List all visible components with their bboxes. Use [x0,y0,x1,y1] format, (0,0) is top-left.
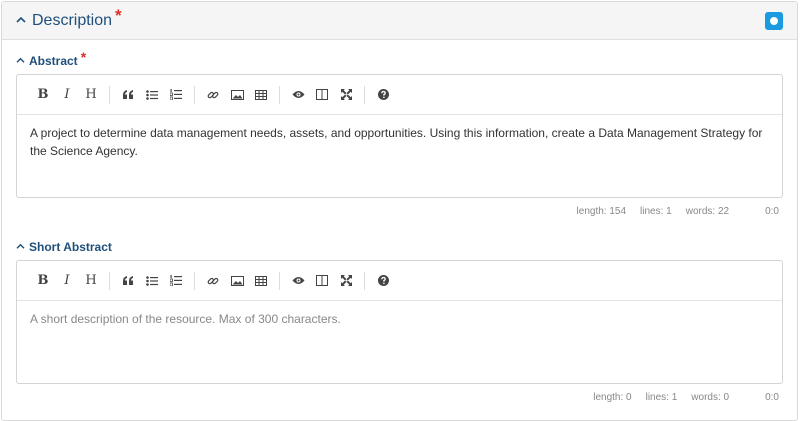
chevron-up-icon[interactable] [16,243,26,250]
chevron-up-icon[interactable] [16,57,26,64]
abstract-text-area[interactable]: A project to determine data management n… [17,115,782,169]
cursor-position: 0:0 [765,205,779,217]
lines-count: lines: 1 [640,205,672,217]
italic-icon[interactable]: I [55,269,79,293]
table-icon[interactable] [249,83,273,107]
heading-icon[interactable]: H [79,83,103,107]
italic-icon[interactable]: I [55,83,79,107]
short-abstract-status-bar: length: 0 lines: 1 words: 0 0:0 [16,384,783,410]
abstract-editor: B I H A project to determine data manage… [16,74,783,198]
circle-icon [770,17,778,25]
toolbar-divider [194,85,195,104]
panel-toggle-button[interactable] [765,12,783,30]
quote-icon[interactable] [116,83,140,107]
editor-toolbar: B I H [17,261,782,301]
fullscreen-icon[interactable] [334,269,358,293]
panel-title: Description [32,11,113,29]
help-icon[interactable] [371,269,395,293]
short-abstract-section: Short Abstract B I H A short description… [16,238,783,410]
abstract-status-bar: length: 154 lines: 1 words: 22 0:0 [16,198,783,224]
table-icon[interactable] [249,269,273,293]
toolbar-divider [279,271,280,290]
link-icon[interactable] [201,269,225,293]
image-icon[interactable] [225,83,249,107]
toolbar-divider [364,271,365,290]
fullscreen-icon[interactable] [334,83,358,107]
toolbar-divider [364,85,365,104]
panel-header[interactable]: Description * [2,2,797,40]
image-icon[interactable] [225,269,249,293]
words-count: words: 22 [685,205,730,217]
quote-icon[interactable] [116,269,140,293]
help-icon[interactable] [371,83,395,107]
unordered-list-icon[interactable] [140,269,164,293]
required-marker: * [115,5,122,25]
chevron-up-icon[interactable] [16,16,28,24]
short-abstract-editor: B I H A short description of the resourc… [16,260,783,384]
abstract-label-row[interactable]: Abstract * [16,49,783,70]
editor-toolbar: B I H [17,75,782,115]
toolbar-divider [109,85,110,104]
toolbar-divider [194,271,195,290]
toolbar-divider [109,271,110,290]
unordered-list-icon[interactable] [140,83,164,107]
bold-icon[interactable]: B [31,269,55,293]
ordered-list-icon[interactable] [164,83,188,107]
required-marker: * [80,49,87,65]
length-count: length: 154 [576,205,627,217]
preview-icon[interactable] [286,83,310,107]
cursor-position: 0:0 [765,391,779,403]
short-abstract-label-row[interactable]: Short Abstract [16,238,783,256]
side-by-side-icon[interactable] [310,269,334,293]
words-count: words: 0 [691,391,730,403]
length-count: length: 0 [593,391,632,403]
abstract-label: Abstract [29,54,78,68]
heading-icon[interactable]: H [79,269,103,293]
toolbar-divider [279,85,280,104]
ordered-list-icon[interactable] [164,269,188,293]
lines-count: lines: 1 [645,391,678,403]
short-abstract-text-area[interactable]: A short description of the resource. Max… [17,301,782,337]
link-icon[interactable] [201,83,225,107]
bold-icon[interactable]: B [31,83,55,107]
preview-icon[interactable] [286,269,310,293]
short-abstract-label: Short Abstract [29,240,112,254]
abstract-section: Abstract * B I H A project to determine … [16,49,783,224]
side-by-side-icon[interactable] [310,83,334,107]
